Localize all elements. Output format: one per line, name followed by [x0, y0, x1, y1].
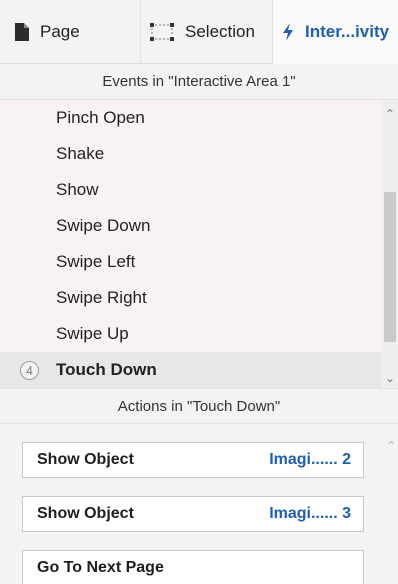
- action-item-go-to-next-page[interactable]: Go To Next Page: [22, 550, 364, 584]
- action-target: Imagi...... 3: [269, 505, 351, 522]
- tab-bar: Page Selection Inter...ivity: [0, 0, 398, 64]
- tab-selection[interactable]: Selection: [140, 0, 270, 64]
- event-item-label: Pinch Open: [56, 108, 145, 127]
- event-item-label: Swipe Down: [56, 216, 151, 235]
- event-item-label: Touch Down: [56, 360, 157, 379]
- selection-icon: [149, 22, 175, 42]
- event-item-label: Show: [56, 180, 99, 199]
- page-icon: [14, 22, 30, 42]
- event-item-swipe-left[interactable]: Swipe Left: [0, 244, 382, 280]
- tab-selection-label: Selection: [185, 22, 255, 41]
- action-count-badge: 4: [20, 361, 39, 380]
- actions-header: Actions in "Touch Down": [0, 388, 398, 424]
- tab-page[interactable]: Page: [14, 0, 134, 64]
- interactivity-icon: [281, 22, 295, 42]
- events-header: Events in "Interactive Area 1": [0, 64, 398, 100]
- event-item-swipe-up[interactable]: Swipe Up: [0, 316, 382, 352]
- event-item-swipe-right[interactable]: Swipe Right: [0, 280, 382, 316]
- actions-scroll-up-icon[interactable]: ⌃: [385, 440, 397, 452]
- scrollbar-thumb[interactable]: [384, 192, 396, 342]
- events-scrollbar[interactable]: ⌃ ⌄: [382, 100, 398, 388]
- events-list: Pinch Open Shake Show Swipe Down Swipe L…: [0, 100, 382, 388]
- event-item-shake[interactable]: Shake: [0, 136, 382, 172]
- event-item-swipe-down[interactable]: Swipe Down: [0, 208, 382, 244]
- scroll-up-arrow-icon[interactable]: ⌃: [384, 108, 396, 120]
- scroll-down-arrow-icon[interactable]: ⌄: [384, 372, 396, 384]
- event-item-pinch-open[interactable]: Pinch Open: [0, 100, 382, 136]
- event-item-label: Shake: [56, 144, 105, 163]
- events-header-text: Events in "Interactive Area 1": [102, 73, 296, 90]
- action-name: Go To Next Page: [37, 559, 164, 576]
- event-item-label: Swipe Left: [56, 252, 136, 271]
- actions-header-text: Actions in "Touch Down": [117, 397, 281, 415]
- event-item-show[interactable]: Show: [0, 172, 382, 208]
- action-item-show-object-3[interactable]: Show Object Imagi...... 3: [22, 496, 364, 532]
- event-item-label: Swipe Right: [56, 288, 147, 307]
- tab-page-label: Page: [40, 22, 80, 41]
- action-target: Imagi...... 2: [269, 451, 351, 468]
- action-name: Show Object: [37, 505, 134, 522]
- action-name: Show Object: [37, 451, 134, 468]
- tab-interactivity-label: Inter...ivity: [305, 22, 390, 41]
- action-item-show-object-2[interactable]: Show Object Imagi...... 2: [22, 442, 364, 478]
- tab-interactivity[interactable]: Inter...ivity: [272, 0, 398, 64]
- event-item-label: Swipe Up: [56, 324, 129, 343]
- actions-list: Show Object Imagi...... 2 Show Object Im…: [0, 424, 398, 584]
- event-item-touch-down[interactable]: 4 Touch Down: [0, 352, 382, 388]
